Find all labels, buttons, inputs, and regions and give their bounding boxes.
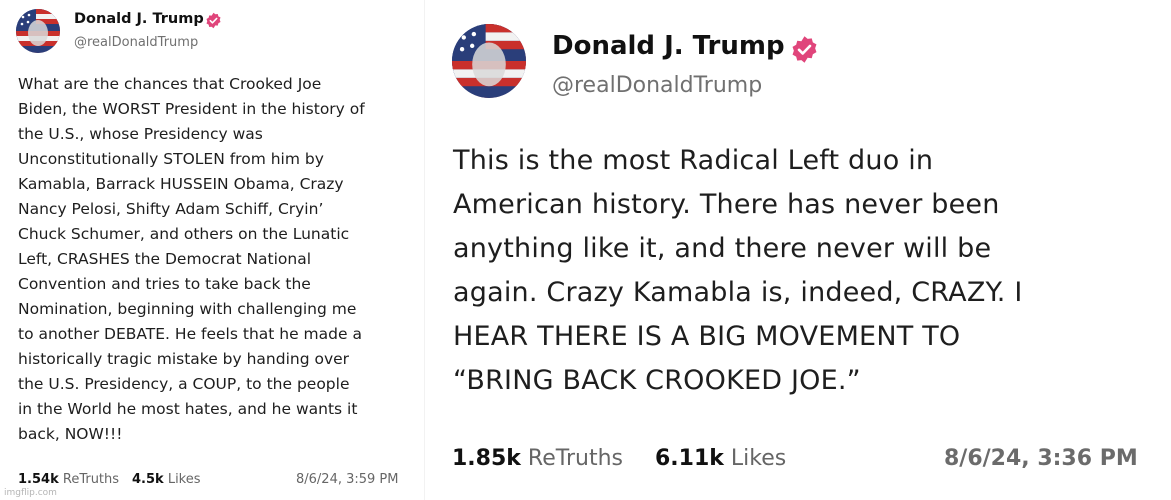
post-timestamp[interactable]: 8/6/24, 3:59 PM (296, 472, 399, 487)
post-body-line: Biden, the WORST President in the histor… (18, 100, 365, 118)
likes-stat[interactable]: 4.5k Likes (132, 472, 201, 487)
retruths-label: ReTruths (527, 446, 623, 471)
post-body-line: American history. There has never been (453, 189, 1000, 220)
avatar[interactable] (452, 24, 526, 98)
post-body-line: to another DEBATE. He feels that he made… (18, 325, 362, 343)
author-handle[interactable]: @realDonaldTrump (74, 35, 198, 50)
post-body-line: What are the chances that Crooked Joe (18, 75, 322, 93)
post-body-line: Convention and tries to take back the (18, 275, 311, 293)
retruths-count: 1.54k (18, 472, 59, 487)
post-body-line: again. Crazy Kamabla is, indeed, CRAZY. … (453, 277, 1023, 308)
author-handle[interactable]: @realDonaldTrump (552, 73, 762, 98)
post-body-line: Nancy Pelosi, Shifty Adam Schiff, Cryin’ (18, 200, 324, 218)
retruths-stat[interactable]: 1.54k ReTruths (18, 472, 119, 487)
verified-badge-icon (792, 36, 817, 63)
post-body-line: historically tragic mistake by handing o… (18, 350, 350, 368)
post-body-line: anything like it, and there never will b… (453, 233, 992, 264)
avatar[interactable] (16, 9, 60, 53)
avatar-image (452, 24, 526, 98)
avatar-image (16, 9, 60, 53)
post-body-line: the U.S., whose Presidency was (18, 125, 263, 143)
post-body-line: the U.S. Presidency, a COUP, to the peop… (18, 375, 350, 393)
post-body-line: This is the most Radical Left duo in (453, 145, 934, 176)
truth-post-right: Donald J. Trump @realDonaldTrump This is… (430, 0, 1171, 500)
post-body-line: Left, CRASHES the Democrat National (18, 250, 312, 268)
post-body-line: in the World he most hates, and he wants… (18, 400, 358, 418)
watermark: imgflip.com (4, 488, 57, 498)
post-body: This is the most Radical Left duo in Ame… (453, 139, 1153, 403)
post-body-line: HEAR THERE IS A BIG MOVEMENT TO (453, 321, 961, 352)
retruths-stat[interactable]: 1.85k ReTruths (452, 446, 623, 471)
likes-count: 6.11k (655, 446, 724, 471)
post-body-line: “BRING BACK CROOKED JOE.” (453, 365, 861, 396)
likes-label: Likes (730, 446, 787, 471)
author-name[interactable]: Donald J. Trump (74, 11, 204, 27)
truth-post-left: Donald J. Trump @realDonaldTrump What ar… (0, 0, 420, 500)
retruths-count: 1.85k (452, 446, 521, 471)
post-body-line: Chuck Schumer, and others on the Lunatic (18, 225, 350, 243)
post-timestamp[interactable]: 8/6/24, 3:36 PM (944, 446, 1138, 471)
post-body-line: Unconstitutionally STOLEN from him by (18, 150, 324, 168)
post-body-line: Kamabla, Barrack HUSSEIN Obama, Crazy (18, 175, 344, 193)
likes-count: 4.5k (132, 472, 164, 487)
likes-stat[interactable]: 6.11k Likes (655, 446, 786, 471)
verified-badge-icon (206, 12, 221, 29)
post-body: What are the chances that Crooked Joe Bi… (18, 72, 418, 447)
likes-label: Likes (167, 472, 201, 487)
retruths-label: ReTruths (62, 472, 120, 487)
post-body-line: back, NOW!!! (18, 425, 123, 443)
author-name[interactable]: Donald J. Trump (552, 31, 785, 61)
panel-divider (424, 0, 425, 500)
post-body-line: Nomination, beginning with challenging m… (18, 300, 357, 318)
